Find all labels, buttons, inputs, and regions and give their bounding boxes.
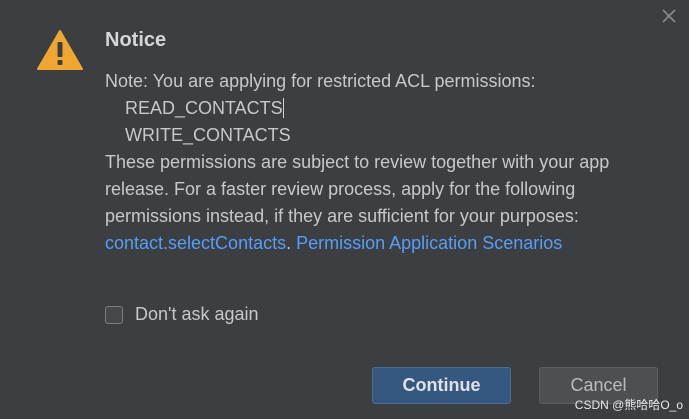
select-contacts-link[interactable]: contact.selectContacts xyxy=(105,233,286,253)
watermark: CSDN @熊哈哈O_o xyxy=(574,398,683,412)
review-paragraph: These permissions are subject to review … xyxy=(105,149,665,257)
dialog-title: Notice xyxy=(105,29,167,51)
link-separator: . xyxy=(286,233,297,253)
close-icon[interactable] xyxy=(659,6,679,26)
warning-icon xyxy=(37,30,83,70)
continue-button[interactable]: Continue xyxy=(372,367,511,404)
permission-scenarios-link[interactable]: Permission Application Scenarios xyxy=(296,233,562,253)
dont-ask-again-label[interactable]: Don't ask again xyxy=(135,304,259,325)
permission-item: WRITE_CONTACTS xyxy=(125,125,291,145)
dont-ask-again-row[interactable]: Don't ask again xyxy=(105,304,259,325)
notice-dialog: Notice Note: You are applying for restri… xyxy=(0,0,689,419)
close-button[interactable] xyxy=(659,6,679,26)
review-text: These permissions are subject to review … xyxy=(105,152,610,226)
dialog-message: Note: You are applying for restricted AC… xyxy=(105,68,665,257)
note-line: Note: You are applying for restricted AC… xyxy=(105,71,536,91)
dont-ask-again-checkbox[interactable] xyxy=(105,305,123,324)
permission-item: READ_CONTACTS xyxy=(105,95,665,122)
